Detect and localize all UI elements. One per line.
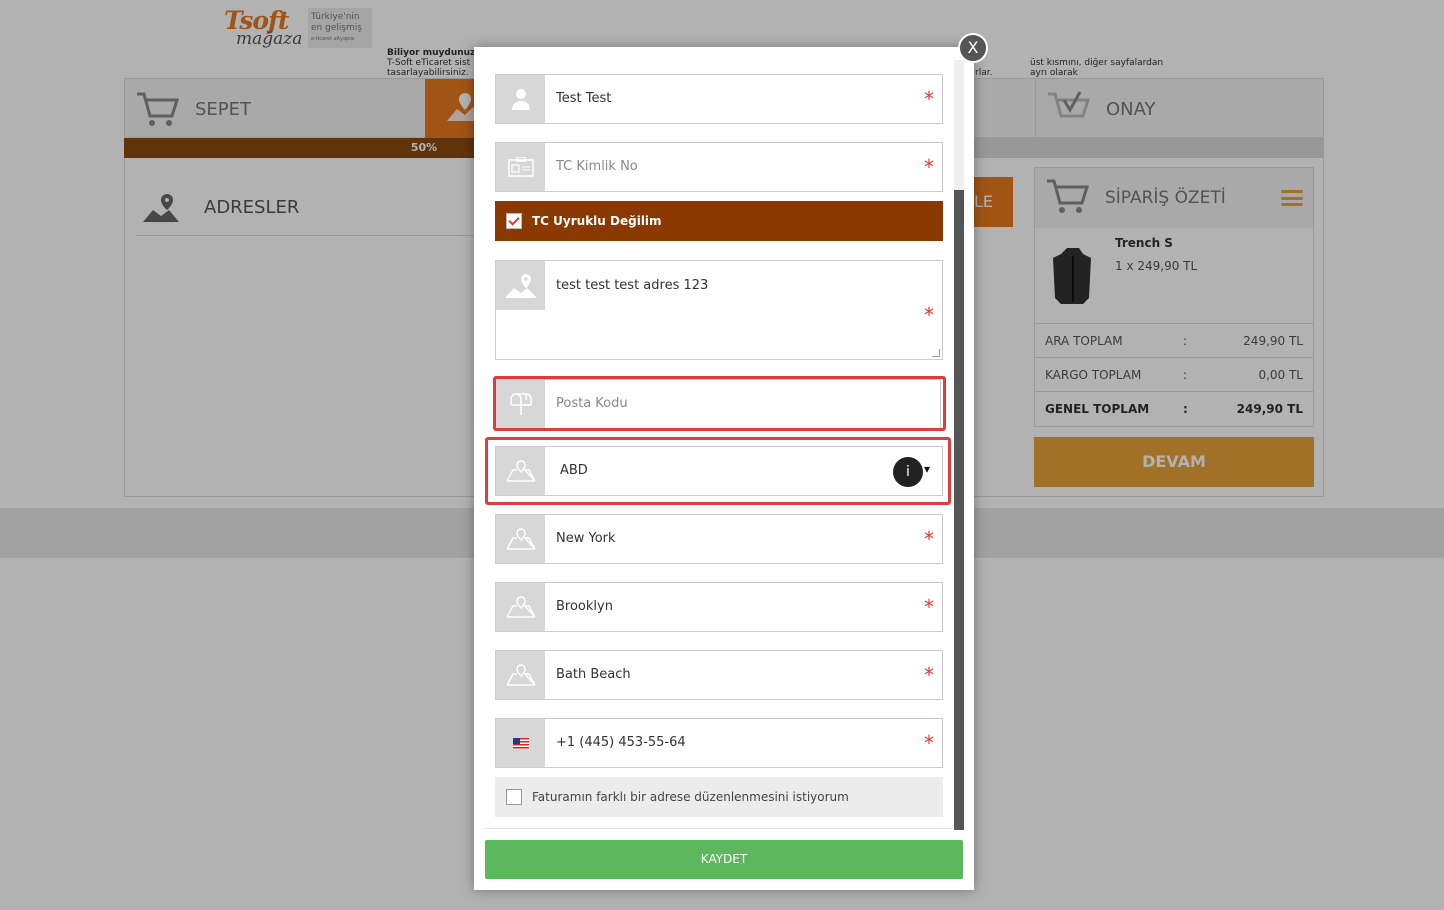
district-value[interactable]: Brooklyn <box>556 583 613 631</box>
tc-kimlik-placeholder[interactable]: TC Kimlik No <box>556 143 638 191</box>
billing-address-label: Faturamın farklı bir adrese düzenlenmesi… <box>532 790 849 804</box>
neighborhood-value[interactable]: Bath Beach <box>556 651 631 699</box>
map-location-icon <box>496 651 545 699</box>
billing-address-row[interactable]: Faturamın farklı bir adrese düzenlenmesi… <box>495 777 943 817</box>
divider <box>485 828 953 829</box>
save-button[interactable]: KAYDET <box>485 840 963 879</box>
neighborhood-select[interactable]: Bath Beach * <box>495 650 943 700</box>
info-icon[interactable]: i <box>893 457 923 487</box>
name-value[interactable]: Test Test <box>556 75 611 123</box>
required-mark: * <box>924 87 934 111</box>
phone-field[interactable]: +1 (445) 453-55-64 * <box>495 718 943 768</box>
required-mark: * <box>924 303 934 327</box>
user-icon <box>496 75 545 123</box>
modal-scrollbar[interactable] <box>954 60 964 830</box>
chevron-down-icon[interactable]: ▾ <box>924 462 930 476</box>
required-mark: * <box>924 527 934 551</box>
city-value[interactable]: New York <box>556 515 616 563</box>
address-textarea[interactable]: test test test adres 123 * <box>495 260 943 360</box>
tc-not-citizen-checkbox[interactable] <box>506 213 522 229</box>
country-highlight <box>485 437 951 505</box>
required-mark: * <box>924 595 934 619</box>
required-mark: * <box>924 731 934 755</box>
address-value[interactable]: test test test adres 123 <box>556 278 708 293</box>
postal-code-highlight <box>493 376 946 431</box>
map-location-icon <box>496 515 545 563</box>
district-select[interactable]: Brooklyn * <box>495 582 943 632</box>
close-button[interactable]: X <box>958 33 988 63</box>
map-location-icon <box>496 583 545 631</box>
scrollbar-thumb[interactable] <box>954 190 964 830</box>
billing-address-checkbox[interactable] <box>506 789 522 805</box>
id-card-icon <box>496 143 545 191</box>
required-mark: * <box>924 155 934 179</box>
tc-kimlik-field[interactable]: TC Kimlik No * <box>495 142 943 192</box>
required-mark: * <box>924 663 934 687</box>
resize-grip-icon[interactable] <box>932 349 940 357</box>
map-icon <box>496 261 545 310</box>
us-flag-icon[interactable] <box>496 719 545 767</box>
phone-value[interactable]: +1 (445) 453-55-64 <box>556 719 686 767</box>
name-field[interactable]: Test Test * <box>495 74 943 124</box>
tc-not-citizen-row[interactable]: TC Uyruklu Değilim <box>495 201 943 241</box>
city-select[interactable]: New York * <box>495 514 943 564</box>
tc-not-citizen-label: TC Uyruklu Değilim <box>532 214 662 228</box>
